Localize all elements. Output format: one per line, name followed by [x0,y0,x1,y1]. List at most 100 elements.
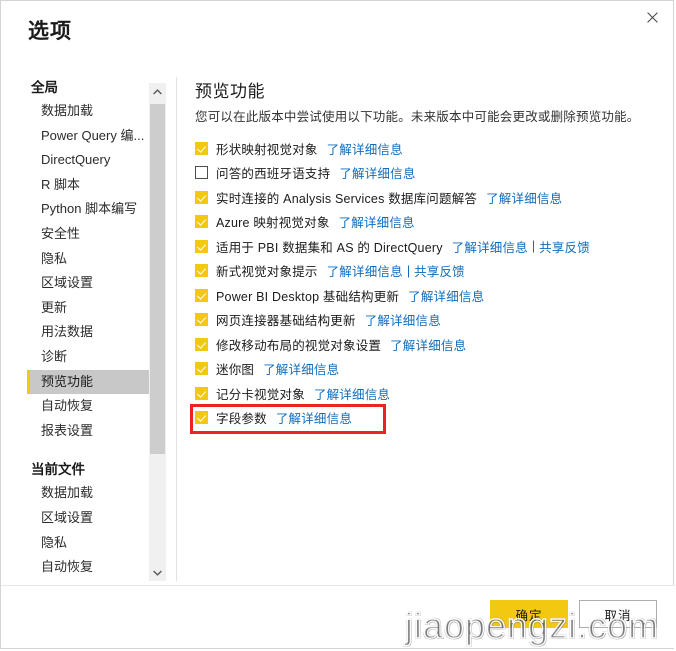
chevron-down-icon[interactable] [149,564,166,581]
sidebar-item[interactable]: 数据加载 [27,99,149,124]
feature-label: 迷你图 [216,363,255,378]
dialog-footer: 确定 取消 [1,585,675,648]
learn-more-link[interactable]: 了解详细信息 [327,261,403,280]
sidebar-item[interactable]: 用法数据 [27,320,149,345]
sidebar-item-label: 区域设置 [41,275,94,291]
sidebar-item[interactable]: 区域设置 [27,506,149,531]
preview-features-panel: 预览功能 您可以在此版本中尝试使用以下功能。未来版本中可能会更改或删除预览功能。… [195,77,655,430]
learn-more-link[interactable]: 了解详细信息 [452,237,528,256]
dialog-titlebar: 选项 [1,1,675,59]
feature-label: 字段参数 [216,412,267,427]
feature-label: Azure 映射视觉对象 [216,216,330,231]
sidebar-item[interactable]: 隐私 [27,531,149,556]
sidebar-item[interactable]: 更新 [27,296,149,321]
checkbox-checked-icon[interactable] [195,313,208,327]
learn-more-link[interactable]: 了解详细信息 [276,408,352,427]
feature-checkbox-list: 形状映射视觉对象 了解详细信息 问答的西班牙语支持 了解详细信息 实时连接的 Analy… [195,136,655,430]
sidebar-item-label: 数据加载 [41,485,94,501]
sidebar-item[interactable]: 安全性 [27,222,149,247]
learn-more-link[interactable]: 了解详细信息 [365,310,441,329]
nav-group-header: 当前文件 [31,462,85,478]
learn-more-link[interactable]: 了解详细信息 [327,139,403,158]
learn-more-link[interactable]: 了解详细信息 [263,359,339,378]
scrollbar-thumb[interactable] [150,104,165,454]
checkbox-checked-icon[interactable] [195,264,208,278]
feature-label: 新式视觉对象提示 [216,265,318,280]
feature-row: 新式视觉对象提示 了解详细信息 | 共享反馈 [195,259,655,284]
checkbox-checked-icon[interactable] [195,362,208,376]
sidebar-item-label: 自动恢复 [41,398,94,414]
sidebar-item[interactable]: 报表设置 [27,419,149,444]
sidebar-item-label: 自动恢复 [41,559,94,575]
checkbox-checked-icon[interactable] [195,411,208,425]
sidebar-item-label: Python 脚本编写 [41,201,138,217]
sidebar-item-label: 用法数据 [41,324,94,340]
sidebar-item-label: R 脚本 [41,176,81,192]
sidebar-item[interactable]: Python 脚本编写 [27,197,149,222]
sidebar-item[interactable]: 区域设置 [27,271,149,296]
checkbox-checked-icon[interactable] [195,386,208,400]
sidebar-item-label: 更新 [41,299,68,315]
feature-row: 迷你图 了解详细信息 [195,357,655,382]
learn-more-link[interactable]: 了解详细信息 [339,212,415,231]
checkbox-checked-icon[interactable] [195,337,208,351]
chevron-up-icon[interactable] [149,83,166,100]
sidebar-item[interactable]: 数据加载 [27,481,149,506]
nav-content-divider [176,77,177,581]
link-separator: | [531,239,536,254]
link-separator: | [406,263,411,278]
sidebar-item[interactable]: Power Query 编... [27,124,149,149]
sidebar-item[interactable]: DirectQuery [27,148,149,173]
checkbox-checked-icon[interactable] [195,288,208,302]
feature-label: 适用于 PBI 数据集和 AS 的 DirectQuery [216,240,443,255]
feature-row: 问答的西班牙语支持 了解详细信息 [195,161,655,186]
sidebar-item[interactable]: 预览功能 [27,369,149,395]
content-description: 您可以在此版本中尝试使用以下功能。未来版本中可能会更改或删除预览功能。 [195,110,640,124]
sidebar-item-label: 报表设置 [41,422,94,438]
sidebar-item[interactable]: 自动恢复 [27,394,149,419]
checkbox-checked-icon[interactable] [195,215,208,229]
feature-row: 适用于 PBI 数据集和 AS 的 DirectQuery 了解详细信息 | 共享反馈 [195,234,655,259]
page-title: 选项 [28,20,72,43]
feature-row: 修改移动布局的视觉对象设置 了解详细信息 [195,332,655,357]
feature-label: 形状映射视觉对象 [216,142,318,157]
sidebar-item-label: 诊断 [41,348,68,364]
feature-label: 网页连接器基础结构更新 [216,314,356,329]
learn-more-link[interactable]: 了解详细信息 [314,384,390,403]
share-feedback-link[interactable]: 共享反馈 [414,261,465,280]
feature-row: Azure 映射视觉对象 了解详细信息 [195,210,655,235]
ok-button[interactable]: 确定 [490,600,568,628]
content-heading: 预览功能 [195,82,265,101]
feature-row: 字段参数 了解详细信息 [195,406,655,431]
feature-row: 网页连接器基础结构更新 了解详细信息 [195,308,655,333]
sidebar-item[interactable]: 诊断 [27,345,149,370]
feature-row: 记分卡视觉对象 了解详细信息 [195,381,655,406]
cancel-button[interactable]: 取消 [579,600,657,628]
sidebar-item[interactable]: R 脚本 [27,173,149,198]
sidebar-item-label: 安全性 [41,225,81,241]
checkbox-checked-icon[interactable] [195,239,208,253]
sidebar-item-label: 隐私 [41,534,68,550]
sidebar-item-label: 隐私 [41,250,68,266]
feature-row: 实时连接的 Analysis Services 数据库问题解答 了解详细信息 [195,185,655,210]
feature-label: Power BI Desktop 基础结构更新 [216,289,400,304]
learn-more-link[interactable]: 了解详细信息 [339,163,415,182]
share-feedback-link[interactable]: 共享反馈 [539,237,590,256]
feature-row: Power BI Desktop 基础结构更新 了解详细信息 [195,283,655,308]
checkbox-unchecked-icon[interactable] [195,166,208,180]
learn-more-link[interactable]: 了解详细信息 [390,335,466,354]
learn-more-link[interactable]: 了解详细信息 [408,286,484,305]
sidebar-item-label: 区域设置 [41,509,94,525]
checkbox-checked-icon[interactable] [195,141,208,155]
learn-more-link[interactable]: 了解详细信息 [486,188,562,207]
feature-label: 实时连接的 Analysis Services 数据库问题解答 [216,191,478,206]
sidebar-scrollbar[interactable] [149,83,166,581]
sidebar-item[interactable]: 隐私 [27,247,149,272]
sidebar-nav[interactable]: 全局 数据加载 Power Query 编... DirectQuery R 脚本 Pyt… [27,77,149,581]
checkbox-checked-icon[interactable] [195,190,208,204]
feature-label: 记分卡视觉对象 [216,387,305,402]
sidebar-item-label: DirectQuery [41,152,111,168]
close-icon[interactable] [630,1,675,33]
sidebar-item-label: Power Query 编... [41,127,145,143]
sidebar-item[interactable]: 自动恢复 [27,555,149,580]
